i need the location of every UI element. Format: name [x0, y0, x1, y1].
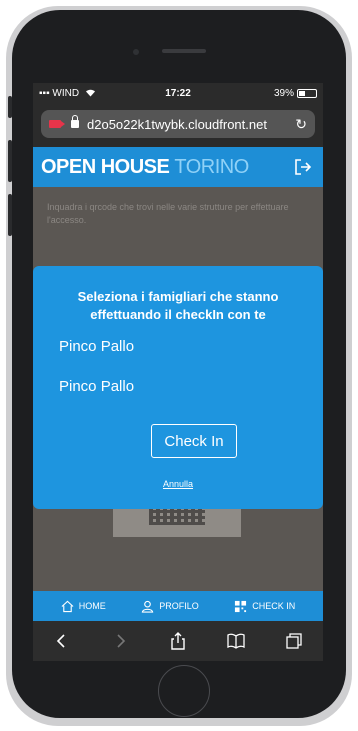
lock-icon [71, 115, 79, 128]
bottom-nav: HOME PROFILO CHECK IN [33, 591, 323, 621]
browser-url-bar: d2o5o22k1twybk.cloudfront.net ↻ [33, 103, 323, 147]
home-button[interactable] [158, 665, 210, 717]
family-member-item[interactable]: Pinco Pallo [59, 378, 134, 395]
brand-subtitle: TORINO [174, 155, 249, 178]
family-member-item[interactable]: Pinco Pallo [59, 338, 134, 355]
mute-switch [8, 96, 12, 118]
forward-icon[interactable] [111, 632, 129, 650]
tab-profilo[interactable]: PROFILO [141, 600, 199, 613]
share-icon[interactable] [169, 632, 187, 650]
status-bar: ▪▪▪ WIND 17:22 39% [33, 83, 323, 103]
bookmarks-icon[interactable] [227, 632, 245, 650]
back-icon[interactable] [53, 632, 71, 650]
reload-icon[interactable]: ↻ [295, 116, 307, 133]
tab-home[interactable]: HOME [61, 600, 106, 613]
logout-icon[interactable] [293, 157, 313, 177]
tab-label: CHECK IN [252, 601, 296, 611]
tab-checkin[interactable]: CHECK IN [234, 600, 295, 613]
front-camera [133, 49, 139, 55]
volume-up-button [8, 140, 12, 182]
brand-title: OPEN HOUSE [41, 155, 170, 178]
qrcode-icon [235, 600, 247, 612]
url-field[interactable]: d2o5o22k1twybk.cloudfront.net ↻ [41, 110, 315, 138]
checkin-button[interactable]: Check In [151, 424, 237, 458]
device-frame: ▪▪▪ WIND 17:22 39% d2o5o22k1twybk.cloudf… [0, 0, 358, 731]
home-icon [61, 600, 74, 612]
scan-instructions: Inquadra i qrcode che trovi nelle varie … [47, 202, 289, 225]
battery-indicator: 39% [274, 88, 317, 99]
recording-icon [49, 120, 65, 128]
battery-percent: 39% [273, 87, 294, 99]
tab-label: HOME [78, 601, 106, 611]
battery-icon [297, 88, 317, 98]
user-icon [141, 600, 154, 613]
app-header: OPEN HOUSE TORINO [33, 147, 323, 187]
cancel-link[interactable]: Annulla [33, 479, 323, 489]
family-checkin-modal: Seleziona i famigliari che stanno effett… [33, 266, 323, 509]
url-text: d2o5o22k1twybk.cloudfront.net [87, 116, 267, 132]
tab-label: PROFILO [159, 601, 199, 611]
earpiece-speaker [162, 49, 206, 53]
battery-fill [299, 90, 306, 96]
modal-title: Seleziona i famigliari che stanno effett… [77, 289, 279, 322]
browser-toolbar [33, 621, 323, 661]
tabs-icon[interactable] [285, 632, 303, 650]
screen: ▪▪▪ WIND 17:22 39% d2o5o22k1twybk.cloudf… [33, 83, 323, 661]
volume-down-button [8, 194, 12, 236]
